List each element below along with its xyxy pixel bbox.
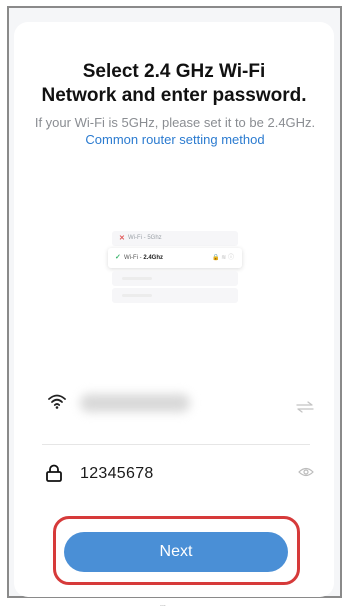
wifi-icon [48,394,66,409]
description: If your Wi-Fi is 5GHz, please set it to … [30,114,320,148]
title-line-1: Select 2.4 GHz Wi-Fi [82,61,266,82]
illustration-24ghz-label: Wi-Fi - 2.4Ghz [124,255,164,261]
illustration-row-24ghz: ✓ Wi-Fi - 2.4Ghz 🔒 ≋ ⓘ [108,248,242,268]
router-setting-link[interactable]: Common router setting method [85,132,264,147]
footer-mark: ... [160,601,166,608]
title-line-2: Network and enter password. [41,85,307,106]
illustration-row-5ghz: ✕ Wi-Fi - 5Ghz [112,231,238,246]
check-icon: ✓ [115,254,121,261]
network-status-icons: 🔒 ≋ ⓘ [212,255,234,261]
wifi-network-name-field[interactable] [80,394,190,412]
description-text: If your Wi-Fi is 5GHz, please set it to … [34,115,316,130]
illustration-row-blank [112,271,238,286]
lock-icon [46,464,62,482]
cross-icon: ✕ [119,235,125,242]
switch-network-icon[interactable] [296,401,314,413]
password-field[interactable]: 12345678 [80,465,154,483]
eye-icon[interactable] [298,467,314,477]
wifi-illustration: ✕ Wi-Fi - 5Ghz ✓ Wi-Fi - 2.4Ghz 🔒 ≋ ⓘ [108,228,242,303]
content-card [14,22,334,597]
illustration-row-blank [112,288,238,303]
divider [42,444,310,445]
illustration-5ghz-label: Wi-Fi - 5Ghz [128,235,162,241]
next-button[interactable]: Next [64,532,288,572]
page-title: Select 2.4 GHz Wi-Fi Network and enter p… [14,60,334,108]
